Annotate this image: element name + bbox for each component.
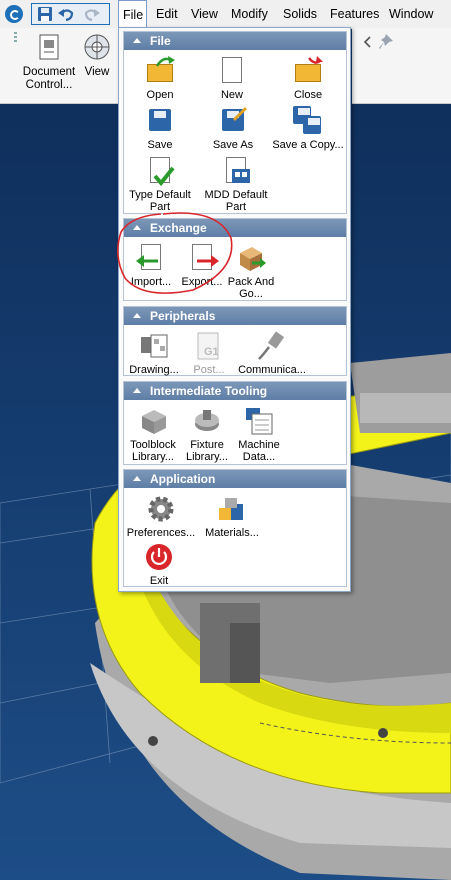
power-icon — [144, 542, 174, 572]
save-button[interactable]: Save — [128, 106, 192, 151]
type-default-part-icon — [145, 156, 175, 186]
app-logo-icon[interactable] — [5, 5, 23, 23]
menu-modify[interactable]: Modify — [231, 0, 268, 28]
open-folder-icon — [145, 56, 175, 86]
post-button[interactable]: G1 Post... — [184, 331, 234, 376]
post-icon: G1 — [194, 331, 224, 361]
save-copy-icon — [293, 106, 323, 136]
save-a-copy-button[interactable]: Save a Copy... — [272, 106, 344, 151]
materials-icon — [217, 494, 247, 524]
preferences-button[interactable]: Preferences... — [126, 494, 196, 539]
section-header-application[interactable]: Application — [124, 470, 346, 488]
section-intermediate-tooling: Intermediate Tooling Toolblock Library..… — [123, 381, 347, 465]
mdd-default-part-icon — [221, 156, 251, 186]
section-header-intermediate-tooling[interactable]: Intermediate Tooling — [124, 382, 346, 400]
file-menu-dropdown: File Open New Close Save Save As Save a … — [117, 27, 351, 592]
red-annotation-circle — [117, 212, 233, 294]
open-button[interactable]: Open — [128, 56, 192, 101]
view-button[interactable]: View — [80, 32, 114, 79]
menu-view[interactable]: View — [191, 0, 218, 28]
redo-icon[interactable] — [84, 7, 100, 21]
section-file: File Open New Close Save Save As Save a … — [123, 31, 347, 214]
save-as-button[interactable]: Save As — [200, 106, 266, 151]
svg-text:G1: G1 — [204, 346, 219, 358]
quick-access-toolbar — [31, 3, 110, 25]
ribbon: Document Control... View — [0, 28, 118, 104]
menu-file[interactable]: File — [118, 0, 147, 28]
materials-button[interactable]: Materials... — [202, 494, 262, 539]
view-label: View — [84, 66, 110, 78]
save-floppy-icon — [145, 106, 175, 136]
close-folder-icon — [293, 56, 323, 86]
chevron-left-icon[interactable] — [363, 36, 373, 48]
toolblock-library-button[interactable]: Toolblock Library... — [126, 406, 180, 463]
pin-icon[interactable] — [376, 32, 396, 52]
fixture-library-button[interactable]: Fixture Library... — [182, 406, 232, 463]
section-peripherals: Peripherals Drawing... G1 Post... Commun… — [123, 306, 347, 376]
menu-bar: File Edit View Modify Solids Features Wi… — [118, 0, 451, 28]
type-default-part-button[interactable]: Type Default Part — [126, 156, 194, 213]
section-application: Application Preferences... Materials... … — [123, 469, 347, 587]
document-control-label: Document Control... — [22, 66, 76, 91]
cable-plug-icon — [257, 331, 287, 361]
view-sphere-icon — [84, 34, 110, 60]
toolblock-icon — [138, 406, 168, 436]
fixture-icon — [192, 406, 222, 436]
undo-icon[interactable] — [58, 7, 74, 21]
menu-solids[interactable]: Solids — [283, 0, 317, 28]
menu-features[interactable]: Features — [330, 0, 379, 28]
save-as-icon — [218, 106, 248, 136]
ribbon-right-area — [352, 28, 451, 104]
section-header-peripherals[interactable]: Peripherals — [124, 307, 346, 325]
communications-button[interactable]: Communica... — [236, 331, 308, 376]
close-button[interactable]: Close — [274, 56, 342, 101]
new-document-icon — [217, 56, 247, 86]
document-control-button[interactable]: Document Control... — [20, 32, 78, 92]
exit-button[interactable]: Exit — [134, 542, 184, 587]
machine-data-icon — [244, 406, 274, 436]
section-header-file[interactable]: File — [124, 32, 346, 50]
menu-window[interactable]: Window — [389, 0, 433, 28]
drawing-button[interactable]: Drawing... — [126, 331, 182, 376]
menu-edit[interactable]: Edit — [156, 0, 178, 28]
machine-data-button[interactable]: Machine Data... — [234, 406, 284, 463]
drawing-icon — [139, 331, 169, 361]
gear-icon — [146, 494, 176, 524]
mdd-default-part-button[interactable]: MDD Default Part — [200, 156, 272, 213]
grip-icon — [14, 32, 17, 44]
save-icon[interactable] — [37, 7, 53, 21]
document-control-icon — [39, 34, 59, 60]
new-button[interactable]: New — [200, 56, 264, 101]
